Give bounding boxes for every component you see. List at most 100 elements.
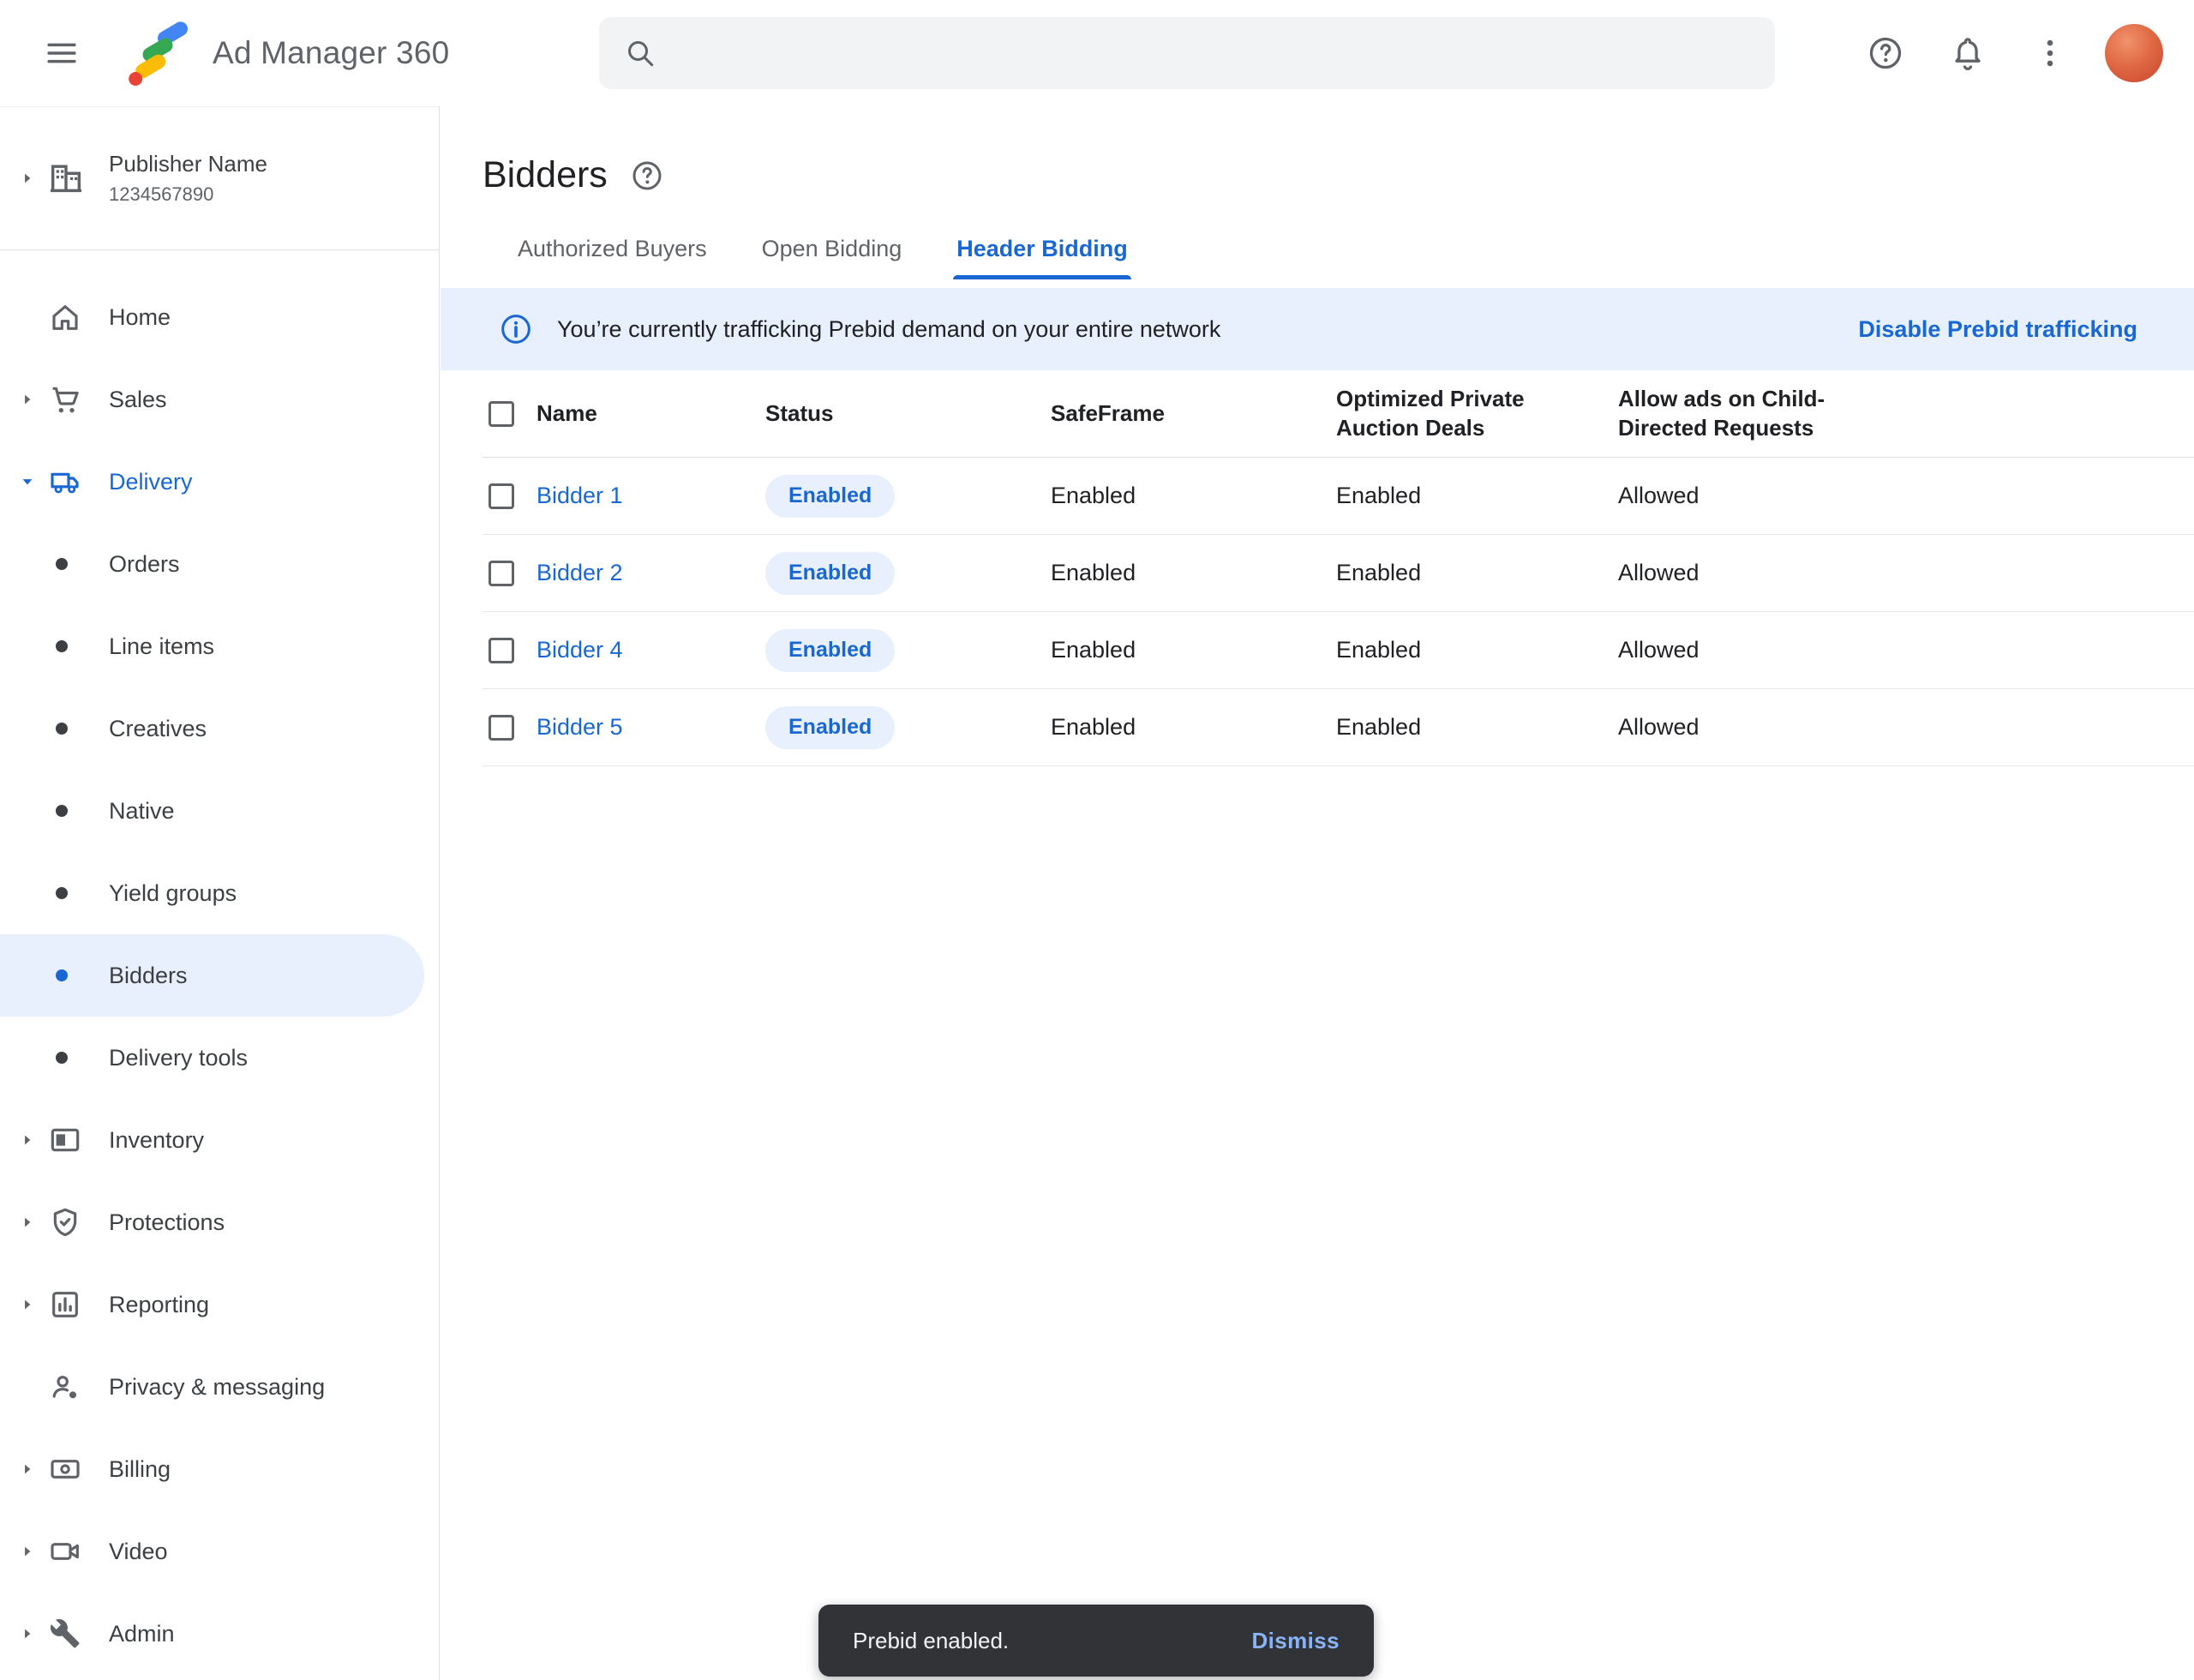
hamburger-menu-icon[interactable] <box>34 26 89 81</box>
publisher-network-id: 1234567890 <box>109 183 267 206</box>
column-header-child-directed[interactable]: Allow ads on Child-Directed Requests <box>1618 385 1837 443</box>
chevron-right-icon <box>19 1625 36 1642</box>
snackbar-message: Prebid enabled. <box>853 1628 1009 1654</box>
help-icon[interactable] <box>1858 26 1913 81</box>
sidebar-item-home[interactable]: Home <box>0 276 439 358</box>
search-icon <box>623 36 657 70</box>
main-content: Bidders Authorized Buyers Open Bidding H… <box>441 106 2194 1680</box>
select-all-checkbox[interactable] <box>489 401 514 427</box>
top-app-bar: Ad Manager 360 <box>0 0 2194 106</box>
snackbar: Prebid enabled. Dismiss <box>818 1605 1374 1677</box>
table-row: Bidder 5 Enabled Enabled Enabled Allowed <box>483 689 2194 766</box>
publisher-name: Publisher Name <box>109 151 267 177</box>
column-header-safeframe[interactable]: SafeFrame <box>1051 400 1165 426</box>
sidebar-item-label: Reporting <box>109 1292 209 1318</box>
sidebar-item-label: Privacy & messaging <box>109 1374 325 1401</box>
sidebar-item-protections[interactable]: Protections <box>0 1181 439 1263</box>
sidebar-item-orders[interactable]: Orders <box>0 523 439 605</box>
sidebar-item-line-items[interactable]: Line items <box>0 605 439 687</box>
page-help-icon[interactable] <box>630 159 664 193</box>
sidebar-item-label: Creatives <box>109 716 207 742</box>
sidebar-item-label: Bidders <box>109 963 188 989</box>
topbar-actions <box>1858 24 2163 82</box>
sidebar-item-label: Video <box>109 1539 168 1565</box>
child-directed-value: Allowed <box>1618 560 1699 585</box>
global-search[interactable] <box>599 17 1775 89</box>
sidebar-item-label: Sales <box>109 387 167 413</box>
publisher-account-switcher[interactable]: Publisher Name 1234567890 <box>0 107 439 250</box>
sidebar-item-label: Delivery <box>109 469 193 495</box>
info-icon <box>499 312 533 346</box>
sidebar-item-label: Native <box>109 798 175 825</box>
bullet-icon <box>56 969 68 981</box>
sidebar-item-label: Home <box>109 304 171 331</box>
status-badge: Enabled <box>765 706 895 749</box>
sidebar-item-label: Billing <box>109 1456 171 1483</box>
child-directed-value: Allowed <box>1618 483 1699 508</box>
notifications-bell-icon[interactable] <box>1940 26 1995 81</box>
banner-message: You’re currently trafficking Prebid dema… <box>557 316 1858 343</box>
sidebar-item-sales[interactable]: Sales <box>0 358 439 441</box>
video-camera-icon <box>48 1534 82 1569</box>
shield-icon <box>48 1205 82 1239</box>
disable-prebid-link[interactable]: Disable Prebid trafficking <box>1858 316 2137 343</box>
search-input[interactable] <box>674 39 1751 67</box>
bidder-link[interactable]: Bidder 2 <box>537 560 623 585</box>
column-header-status[interactable]: Status <box>765 400 833 426</box>
wrench-icon <box>48 1617 82 1651</box>
safeframe-value: Enabled <box>1051 560 1136 585</box>
inventory-icon <box>48 1123 82 1157</box>
sidebar-item-delivery[interactable]: Delivery <box>0 441 439 523</box>
bidder-link[interactable]: Bidder 1 <box>537 483 623 508</box>
account-avatar[interactable] <box>2105 24 2163 82</box>
child-directed-value: Allowed <box>1618 714 1699 740</box>
sidebar-item-creatives[interactable]: Creatives <box>0 687 439 770</box>
sidebar-item-inventory[interactable]: Inventory <box>0 1099 439 1181</box>
sidebar-item-video[interactable]: Video <box>0 1510 439 1593</box>
table-row: Bidder 2 Enabled Enabled Enabled Allowed <box>483 535 2194 612</box>
snackbar-dismiss-button[interactable]: Dismiss <box>1251 1628 1340 1654</box>
bidder-link[interactable]: Bidder 4 <box>537 637 623 663</box>
sidebar-item-label: Line items <box>109 633 214 660</box>
row-checkbox[interactable] <box>489 483 514 509</box>
more-options-icon[interactable] <box>2023 26 2077 81</box>
status-badge: Enabled <box>765 552 895 595</box>
opad-value: Enabled <box>1336 714 1421 740</box>
person-privacy-icon <box>48 1370 82 1404</box>
column-header-name[interactable]: Name <box>537 400 597 426</box>
sidebar-item-yield-groups[interactable]: Yield groups <box>0 852 439 934</box>
column-header-opad[interactable]: Optimized Private Auction Deals <box>1336 385 1546 443</box>
chevron-right-icon <box>19 1296 36 1313</box>
row-checkbox[interactable] <box>489 638 514 663</box>
row-checkbox[interactable] <box>489 561 514 586</box>
sidebar-nav-list: Home Sales Delivery Orders <box>0 250 439 1675</box>
ad-manager-logo-icon <box>123 19 192 87</box>
sidebar-item-billing[interactable]: Billing <box>0 1428 439 1510</box>
ad-manager-logo[interactable]: Ad Manager 360 <box>123 19 449 87</box>
bar-chart-icon <box>48 1287 82 1322</box>
sidebar-item-label: Protections <box>109 1209 225 1236</box>
bidder-link[interactable]: Bidder 5 <box>537 714 623 740</box>
sidebar-item-privacy-messaging[interactable]: Privacy & messaging <box>0 1346 439 1428</box>
tab-header-bidding[interactable]: Header Bidding <box>956 236 1128 279</box>
sidebar-item-native[interactable]: Native <box>0 770 439 852</box>
status-badge: Enabled <box>765 475 895 518</box>
chevron-right-icon <box>19 1214 36 1231</box>
sidebar-item-bidders[interactable]: Bidders <box>0 934 424 1017</box>
chevron-right-icon <box>19 1131 36 1149</box>
table-row: Bidder 1 Enabled Enabled Enabled Allowed <box>483 458 2194 535</box>
sidebar-item-admin[interactable]: Admin <box>0 1593 439 1675</box>
opad-value: Enabled <box>1336 637 1421 663</box>
sidebar-item-reporting[interactable]: Reporting <box>0 1263 439 1346</box>
bullet-icon <box>56 723 68 735</box>
prebid-info-banner: You’re currently trafficking Prebid dema… <box>441 288 2194 370</box>
bullet-icon <box>56 558 68 570</box>
app-name: Ad Manager 360 <box>213 35 449 71</box>
bullet-icon <box>56 1052 68 1064</box>
sidebar-item-delivery-tools[interactable]: Delivery tools <box>0 1017 439 1099</box>
row-checkbox[interactable] <box>489 715 514 741</box>
table-row: Bidder 4 Enabled Enabled Enabled Allowed <box>483 612 2194 689</box>
status-badge: Enabled <box>765 629 895 672</box>
tab-open-bidding[interactable]: Open Bidding <box>762 236 902 279</box>
tab-authorized-buyers[interactable]: Authorized Buyers <box>518 236 707 279</box>
